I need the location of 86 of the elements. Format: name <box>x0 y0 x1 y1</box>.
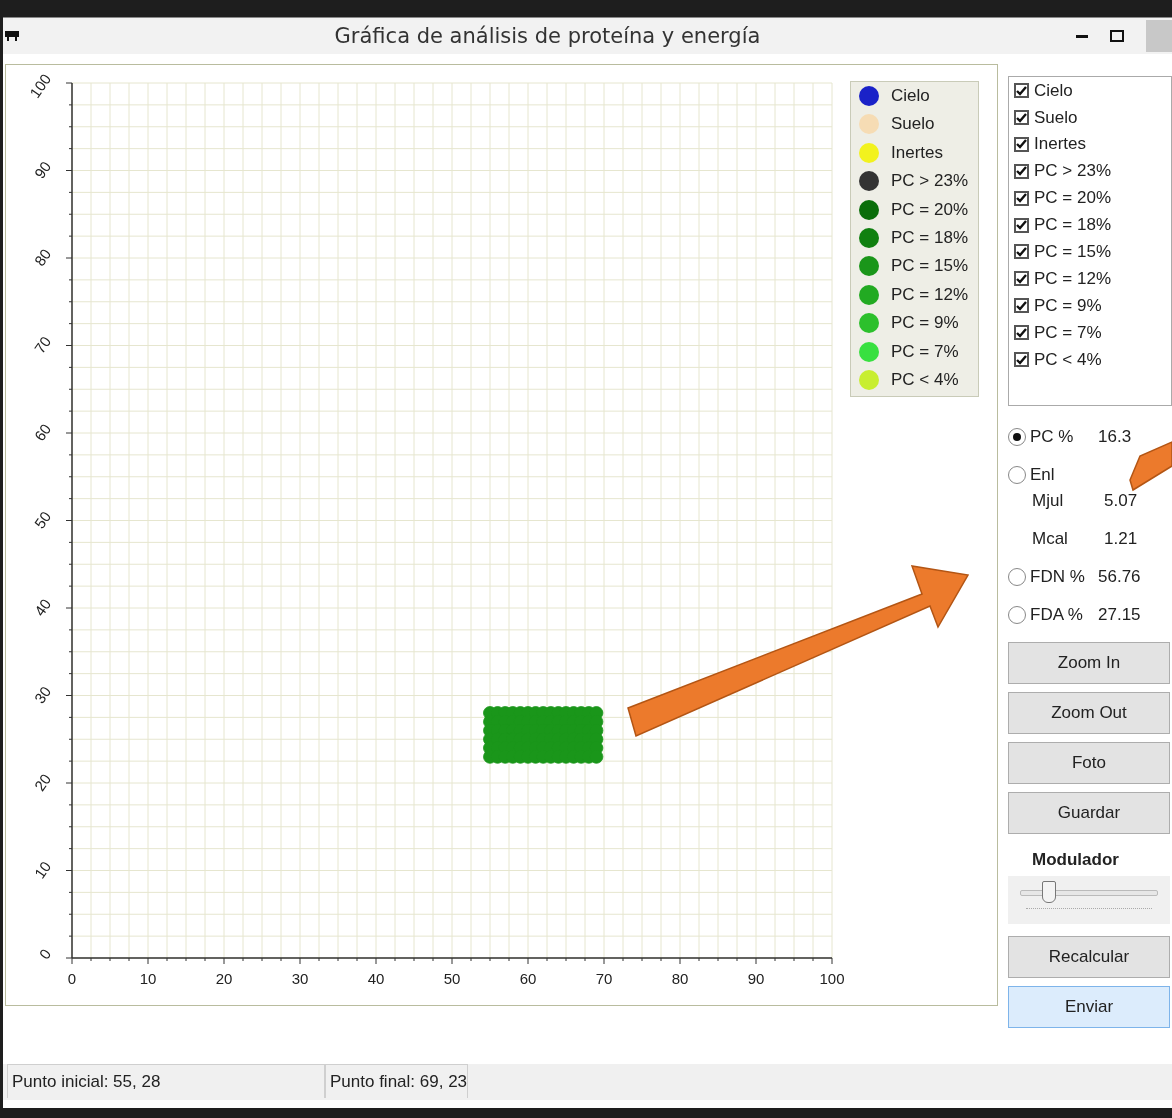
x-tick-label: 100 <box>819 970 845 987</box>
y-tick-label: 100 <box>26 70 55 101</box>
checkbox-label: PC = 9% <box>1034 295 1102 316</box>
reading-label: PC % <box>1030 427 1075 447</box>
maximize-icon[interactable] <box>1110 30 1124 42</box>
checkbox[interactable] <box>1014 325 1029 341</box>
x-tick-label: 50 <box>443 970 461 987</box>
reading-value: 1.21 <box>1104 529 1138 549</box>
legend-label: Inertes <box>891 142 943 163</box>
x-tick-label: 40 <box>367 970 385 987</box>
window-title: Gráfica de análisis de proteína y energía <box>333 24 762 48</box>
reading-value: 56.76 <box>1098 567 1141 587</box>
checkbox[interactable] <box>1014 244 1029 260</box>
reading-label: Mcal <box>1032 529 1069 549</box>
reading-value: 16.3 <box>1098 427 1132 447</box>
checkbox[interactable] <box>1014 190 1029 206</box>
action-button[interactable]: Zoom Out <box>1008 692 1170 734</box>
x-tick-label: 20 <box>215 970 233 987</box>
y-tick-label: 10 <box>30 858 55 882</box>
y-tick-label: 60 <box>30 420 55 445</box>
x-tick-label: 60 <box>519 970 537 987</box>
action-button[interactable]: Enviar <box>1008 986 1170 1028</box>
y-tick-label: 90 <box>30 158 55 182</box>
y-tick-label: 70 <box>30 333 55 357</box>
checkbox[interactable] <box>1014 217 1029 233</box>
y-tick-label: 30 <box>30 683 55 707</box>
radio-button[interactable] <box>1008 568 1026 586</box>
modulator-slider[interactable] <box>1020 880 1158 904</box>
legend-label: Cielo <box>891 86 930 106</box>
y-tick-label: 0 <box>35 945 55 963</box>
y-tick-label: 80 <box>30 245 55 270</box>
x-tick-label: 0 <box>67 970 77 987</box>
x-tick-label: 70 <box>595 970 613 987</box>
legend-label: PC = 12% <box>891 284 968 305</box>
checkbox[interactable] <box>1014 352 1029 368</box>
legend-label: PC > 23% <box>891 171 968 192</box>
legend-label: Suelo <box>891 114 935 135</box>
app-icon <box>5 31 19 41</box>
x-tick-label: 80 <box>671 970 689 987</box>
slider-thumb[interactable] <box>1041 881 1056 903</box>
checkbox[interactable] <box>1014 83 1029 99</box>
checkbox[interactable] <box>1014 110 1029 126</box>
reading-label: FDA % <box>1030 605 1084 625</box>
checkbox-label: Suelo <box>1034 107 1078 128</box>
radio-button[interactable] <box>1008 466 1026 484</box>
checkbox[interactable] <box>1014 298 1029 314</box>
action-button[interactable]: Zoom In <box>1008 642 1170 684</box>
action-button[interactable]: Recalcular <box>1008 936 1170 978</box>
y-tick-label: 40 <box>30 595 55 620</box>
checkbox-label: PC = 20% <box>1034 188 1111 209</box>
x-tick-label: 30 <box>291 970 309 987</box>
checkbox-label: PC = 15% <box>1034 242 1111 262</box>
radio-button[interactable] <box>1008 428 1026 446</box>
legend-label: PC = 7% <box>891 341 959 362</box>
checkbox[interactable] <box>1014 271 1029 287</box>
checkbox-label: Cielo <box>1034 80 1073 101</box>
reading-label: FDN % <box>1030 567 1086 587</box>
y-tick-label: 20 <box>30 770 55 795</box>
reading-value: 27.15 <box>1098 605 1141 625</box>
checkbox-label: PC > 23% <box>1034 161 1111 182</box>
y-tick-label: 50 <box>30 508 55 532</box>
checkbox-label: PC = 7% <box>1034 322 1102 343</box>
legend-label: PC < 4% <box>891 369 959 390</box>
checkbox-label: PC < 4% <box>1034 349 1102 370</box>
reading-label: Mjul <box>1032 491 1065 511</box>
legend-label: PC = 15% <box>891 256 968 277</box>
legend-label: PC = 20% <box>891 199 968 220</box>
reading-value: 5.07 <box>1104 491 1138 511</box>
status-text: Punto inicial: 55, 28 <box>7 1064 325 1098</box>
checkbox[interactable] <box>1014 136 1029 152</box>
checkbox-label: Inertes <box>1034 134 1086 155</box>
action-button[interactable]: Foto <box>1008 742 1170 784</box>
status-text: Punto final: 69, 23 <box>325 1064 469 1098</box>
minimize-icon[interactable] <box>1076 34 1088 38</box>
checkbox-label: PC = 18% <box>1034 215 1111 236</box>
action-button[interactable]: Guardar <box>1008 792 1170 834</box>
modulator-label: Modulador <box>1032 850 1120 870</box>
checkbox-label: PC = 12% <box>1034 268 1111 289</box>
reading-label: Enl <box>1030 465 1056 485</box>
x-tick-label: 90 <box>747 970 765 987</box>
annotation-arrow <box>1129 440 1172 492</box>
legend-label: PC = 9% <box>891 313 959 334</box>
legend-label: PC = 18% <box>891 227 968 248</box>
checkbox[interactable] <box>1014 163 1029 179</box>
radio-button[interactable] <box>1008 606 1026 624</box>
x-tick-label: 10 <box>139 970 157 987</box>
